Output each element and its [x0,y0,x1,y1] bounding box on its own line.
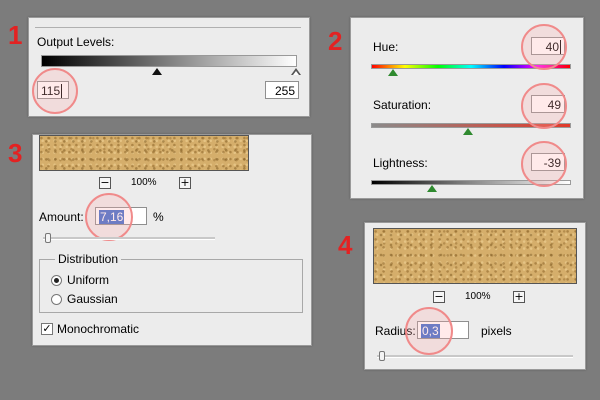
step-number-4: 4 [338,230,353,260]
output-low-value: 115 [41,84,61,98]
step-number-2: 2 [328,26,343,56]
amount-slider-thumb[interactable] [45,233,51,243]
amount-unit: % [153,210,164,224]
hue-slider-thumb[interactable] [388,69,398,76]
blur-zoom-out-button[interactable]: − [433,291,445,303]
blur-preview-image[interactable] [373,228,577,284]
saturation-value: 49 [547,98,561,112]
output-high-input[interactable]: 255 [265,81,299,99]
step-number-1: 1 [8,20,23,50]
output-levels-high-thumb-inner [293,71,299,75]
gaussian-radio[interactable] [51,294,62,305]
amount-label: Amount: [39,210,84,224]
monochromatic-label: Monochromatic [57,322,140,336]
amount-input[interactable]: 7,16 [95,207,147,225]
lightness-slider-thumb[interactable] [427,185,437,192]
gaussian-label: Gaussian [67,292,118,306]
saturation-input[interactable]: 49 [531,95,565,113]
uniform-radio[interactable] [51,275,62,286]
radius-input[interactable]: 0,3 [417,321,469,339]
blur-zoom-in-button[interactable]: + [513,291,525,303]
radius-label: Radius: [375,324,416,338]
noise-zoom-level: 100% [131,177,157,188]
output-levels-label: Output Levels: [37,35,115,49]
step-number-3: 3 [8,138,23,168]
saturation-label: Saturation: [373,98,432,112]
output-levels-panel: Output Levels: 115 255 [28,17,310,117]
gaussian-blur-panel: − 100% + Radius: 0,3 pixels [364,222,586,370]
hue-input[interactable]: 40 [531,37,565,55]
radius-unit: pixels [481,324,512,338]
radius-value: 0,3 [421,324,440,338]
lightness-label: Lightness: [373,156,428,170]
hue-value: 40 [545,40,559,54]
amount-slider-track[interactable] [43,237,215,240]
noise-zoom-out-button[interactable]: − [99,177,111,189]
distribution-label: Distribution [55,252,122,266]
lightness-input[interactable]: -39 [531,153,565,171]
panel-divider [35,27,301,28]
add-noise-panel: − 100% + Amount: 7,16 % Distribution Uni… [32,134,312,346]
output-levels-mid-thumb[interactable] [152,68,162,75]
hue-slider-track[interactable] [371,64,571,69]
uniform-label: Uniform [67,273,110,287]
hue-label: Hue: [373,40,399,54]
radius-slider-track[interactable] [377,355,573,358]
noise-zoom-in-button[interactable]: + [179,177,191,189]
output-high-value: 255 [274,84,295,98]
blur-zoom-level: 100% [465,291,491,302]
output-low-input[interactable]: 115 [37,81,69,99]
lightness-slider-track[interactable] [371,180,571,185]
output-levels-gradient[interactable] [41,55,297,67]
amount-value: 7,16 [99,210,125,224]
hue-saturation-panel: Hue: 40 Saturation: 49 Lightness: -39 [350,17,584,199]
lightness-value: -39 [543,156,561,170]
radius-slider-thumb[interactable] [379,351,385,361]
saturation-slider-thumb[interactable] [463,128,473,135]
monochromatic-checkbox[interactable]: ✓ [41,323,53,335]
noise-preview-image[interactable] [39,135,249,171]
